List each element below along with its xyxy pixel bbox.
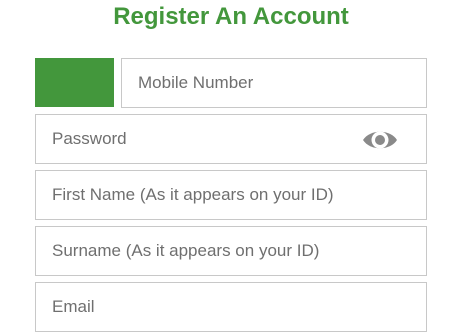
eye-icon[interactable] — [362, 126, 398, 154]
email-field-wrapper — [35, 282, 427, 332]
page-title: Register An Account — [113, 3, 349, 30]
email-input[interactable] — [36, 283, 426, 331]
password-field-wrapper — [35, 114, 427, 164]
first-name-field-wrapper — [35, 170, 427, 220]
country-code-selector[interactable] — [35, 58, 114, 107]
surname-input[interactable] — [36, 227, 426, 275]
first-name-input[interactable] — [36, 171, 426, 219]
mobile-number-input[interactable] — [122, 59, 426, 107]
mobile-number-field-wrapper — [121, 58, 427, 108]
surname-field-wrapper — [35, 226, 427, 276]
